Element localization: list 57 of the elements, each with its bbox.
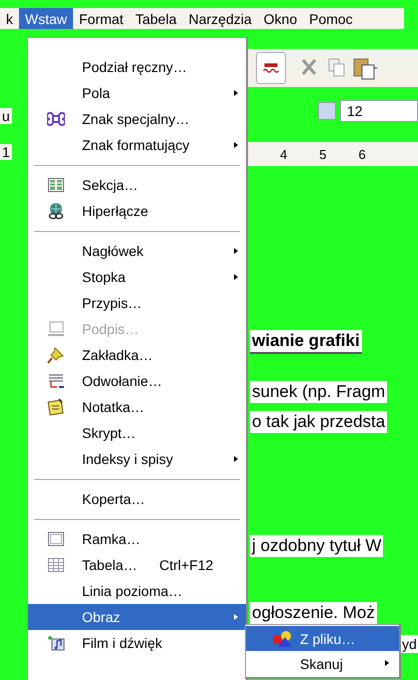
pushpin-icon [47,346,65,364]
menu-bar-item[interactable]: Wstaw [19,8,73,29]
menu-item[interactable]: Nagłówek [28,238,246,264]
ruler-number: 4 [280,146,288,162]
image-icon [272,630,294,648]
ruler-number: 5 [319,146,326,162]
document-text: o tak jak przedsta [250,411,388,433]
menu-item[interactable]: Indeksy i spisy [28,446,246,472]
menu-item[interactable]: Hiperłącze [28,198,246,224]
section-icon [47,176,65,194]
menu-item[interactable]: Linia pozioma… [28,578,246,604]
toolbar-text: u [0,108,12,124]
menu-item[interactable]: Z pliku… [246,626,399,651]
table-icon [47,556,65,574]
dropdown-button[interactable] [318,102,336,120]
menu-item[interactable]: Notatka… [28,394,246,420]
menu-item[interactable]: Tabela… Ctrl+F12 [28,552,246,578]
note-icon [47,398,65,416]
scissors-icon[interactable] [300,58,318,78]
ruler-number: 6 [358,146,366,162]
globe-chain-icon [47,202,65,220]
frame-icon [47,530,65,548]
menu-bar-item[interactable]: Okno [258,8,304,29]
paste-icon[interactable] [352,56,378,80]
menu-item[interactable]: Sekcja… [28,172,246,198]
document-text: sunek (np. Fragm [250,381,388,403]
menu-item[interactable]: Zakładka… [28,342,246,368]
menu-item[interactable]: Stopka [28,264,246,290]
monitor-icon [47,320,65,338]
menu-item[interactable]: Film i dźwięk [28,630,246,656]
cross-reference-icon [47,372,65,390]
document-text: j ozdobny tytuł W [250,535,384,557]
command-icon [47,110,65,128]
menu-item[interactable]: Koperta… [28,486,246,512]
menu-item[interactable]: Pola [28,80,246,106]
menu-item[interactable]: Podział ręczny… [28,54,246,80]
document-text: ogłoszenie. Moż [250,602,377,624]
ruler-number: 1 [0,144,12,160]
menu-item[interactable]: Ramka… [28,526,246,552]
menu-bar-item[interactable]: Format [73,8,130,29]
menu-item[interactable]: Znak formatujący [28,132,246,158]
menu-item[interactable]: Skrypt… [28,420,246,446]
copy-icon[interactable] [328,58,346,78]
document-heading: wianie grafiki [250,330,362,354]
menu-bar-item[interactable]: Tabela [129,8,183,29]
menu-item[interactable]: Znak specjalny… [28,106,246,132]
font-size-field[interactable]: 12 [340,100,418,122]
menu-item[interactable]: Obraz [28,604,246,630]
menu-item[interactable]: Przypis… [28,290,246,316]
film-music-icon [47,634,65,652]
menu-bar-item[interactable]: k [0,8,19,29]
document-text: yd [401,635,418,653]
menu-bar-item[interactable]: Pomoc [303,8,359,29]
menu-item[interactable]: Skanuj [246,651,399,676]
spellcheck-button[interactable] [256,52,286,84]
menu-item[interactable]: Odwołanie… [28,368,246,394]
menu-bar-item[interactable]: Narzędzia [182,8,258,29]
